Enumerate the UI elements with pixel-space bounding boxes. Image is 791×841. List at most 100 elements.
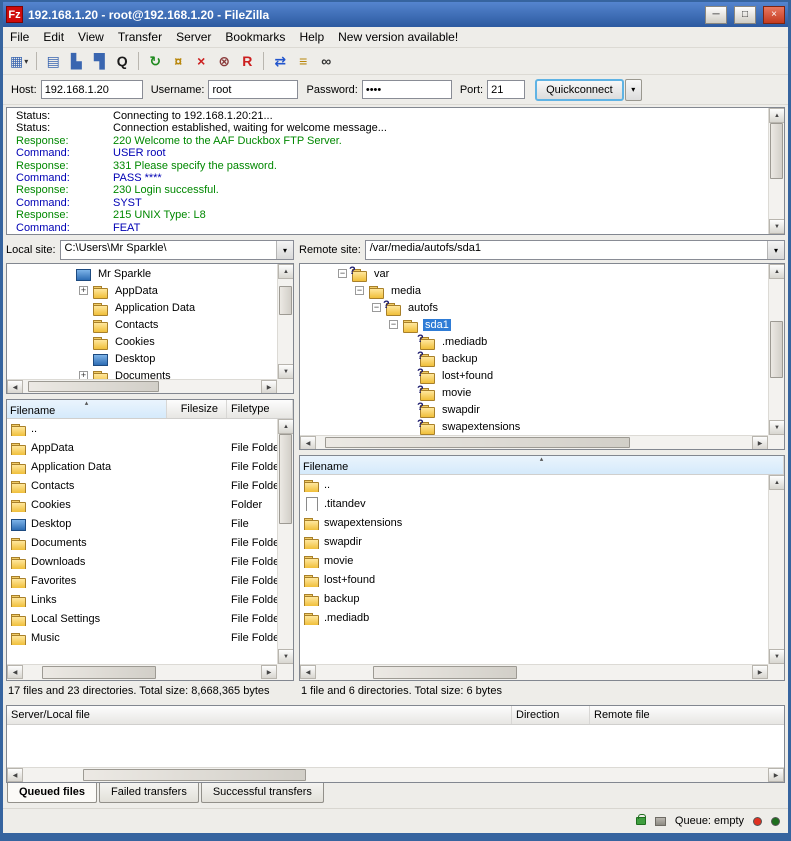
remote-file-row-mediadb[interactable]: .mediadb: [300, 608, 768, 627]
collapse-icon[interactable]: −: [338, 269, 347, 278]
scrollbar-thumb[interactable]: [770, 321, 783, 377]
remote-tree-item-autofs[interactable]: −?autofs: [300, 299, 768, 316]
local-file-row-documents[interactable]: DocumentsFile Folder: [7, 533, 277, 552]
collapse-icon[interactable]: −: [372, 303, 381, 312]
local-file-row-downloads[interactable]: DownloadsFile Folder: [7, 552, 277, 571]
remote-site-combo[interactable]: /var/media/autofs/sda1 ▾: [365, 240, 785, 260]
scroll-right-icon[interactable]: ▶: [752, 436, 768, 450]
remote-file-row-swapextensions[interactable]: swapextensions: [300, 513, 768, 532]
collapse-icon[interactable]: −: [355, 286, 364, 295]
scrollbar-track[interactable]: [23, 665, 261, 680]
toggle-remote-tree-icon[interactable]: ▜: [88, 50, 110, 72]
remote-tree-item-lost-found[interactable]: ?lost+found: [300, 367, 768, 384]
menu-item-help[interactable]: Help: [292, 28, 331, 46]
quickconnect-button[interactable]: Quickconnect: [535, 79, 624, 101]
menu-item-transfer[interactable]: Transfer: [111, 28, 169, 46]
menu-item-new-version-available[interactable]: New version available!: [331, 28, 465, 46]
scrollbar-thumb[interactable]: [28, 381, 159, 392]
toggle-local-tree-icon[interactable]: ▙: [65, 50, 87, 72]
cancel-icon[interactable]: ×: [190, 50, 212, 72]
vertical-scrollbar[interactable]: ▲▼: [768, 475, 784, 664]
toggle-queue-icon[interactable]: Q: [111, 50, 133, 72]
refresh-icon[interactable]: ↻: [144, 50, 166, 72]
directory-comparison-icon[interactable]: ⇄: [269, 50, 291, 72]
scrollbar-track[interactable]: [316, 436, 752, 449]
local-site-dropdown-icon[interactable]: ▾: [276, 241, 293, 259]
port-input[interactable]: [487, 80, 525, 99]
scroll-down-icon[interactable]: ▼: [769, 420, 785, 435]
scrollbar-thumb[interactable]: [325, 437, 630, 448]
local-file-row-appdata[interactable]: AppDataFile Folder: [7, 438, 277, 457]
remote-tree-item-media[interactable]: −media: [300, 282, 768, 299]
scroll-up-icon[interactable]: ▲: [769, 264, 785, 279]
scroll-right-icon[interactable]: ▶: [752, 665, 768, 679]
scrollbar-track[interactable]: [769, 279, 784, 420]
local-file-row-contacts[interactable]: ContactsFile Folder: [7, 476, 277, 495]
scrollbar-track[interactable]: [316, 665, 752, 680]
horizontal-scrollbar[interactable]: ◀▶: [7, 664, 277, 680]
remote-tree-item-backup[interactable]: ?backup: [300, 350, 768, 367]
scroll-left-icon[interactable]: ◀: [300, 665, 316, 679]
collapse-icon[interactable]: −: [389, 320, 398, 329]
maximize-button[interactable]: □: [734, 6, 756, 24]
scrollbar-thumb[interactable]: [373, 666, 517, 679]
scrollbar-thumb[interactable]: [279, 434, 292, 524]
local-file-row-favorites[interactable]: FavoritesFile Folder: [7, 571, 277, 590]
column-header-filename[interactable]: Filename▴: [300, 456, 784, 474]
remote-tree-item-movie[interactable]: ?movie: [300, 384, 768, 401]
scroll-left-icon[interactable]: ◀: [7, 768, 23, 782]
scroll-up-icon[interactable]: ▲: [278, 264, 294, 279]
local-tree-item-desktop[interactable]: Desktop: [7, 350, 277, 367]
menu-item-edit[interactable]: Edit: [36, 28, 71, 46]
remote-tree-item-var[interactable]: −?var: [300, 265, 768, 282]
local-tree-item-cookies[interactable]: Cookies: [7, 333, 277, 350]
find-files-icon[interactable]: ∞: [315, 50, 337, 72]
local-file-row-links[interactable]: LinksFile Folder: [7, 590, 277, 609]
remote-file-row-backup[interactable]: backup: [300, 589, 768, 608]
expand-icon[interactable]: +: [79, 286, 88, 295]
scroll-down-icon[interactable]: ▼: [278, 364, 294, 379]
tab-failed-transfers[interactable]: Failed transfers: [99, 783, 199, 803]
column-header-filesize[interactable]: Filesize: [167, 400, 227, 418]
scroll-left-icon[interactable]: ◀: [300, 436, 316, 450]
scroll-down-icon[interactable]: ▼: [769, 219, 785, 234]
host-input[interactable]: [41, 80, 143, 99]
local-file-row-desktop[interactable]: DesktopFile: [7, 514, 277, 533]
vertical-scrollbar[interactable]: ▲▼: [277, 419, 293, 664]
close-button[interactable]: ×: [763, 6, 785, 24]
disconnect-icon[interactable]: ⊗: [213, 50, 235, 72]
scrollbar-track[interactable]: [23, 380, 261, 393]
local-file-row-music[interactable]: MusicFile Folder: [7, 628, 277, 647]
local-tree-item-appdata[interactable]: +AppData: [7, 282, 277, 299]
scroll-right-icon[interactable]: ▶: [261, 380, 277, 394]
scroll-down-icon[interactable]: ▼: [278, 649, 294, 664]
title-bar[interactable]: Fz 192.168.1.20 - root@192.168.1.20 - Fi…: [3, 2, 788, 27]
synchronized-browsing-icon[interactable]: ≡: [292, 50, 314, 72]
scroll-up-icon[interactable]: ▲: [278, 419, 294, 434]
scroll-right-icon[interactable]: ▶: [261, 665, 277, 679]
password-input[interactable]: [362, 80, 452, 99]
scrollbar-thumb[interactable]: [279, 286, 292, 315]
expand-icon[interactable]: +: [79, 371, 88, 379]
remote-file-row-movie[interactable]: movie: [300, 551, 768, 570]
scrollbar-thumb[interactable]: [83, 769, 307, 781]
quickconnect-dropdown-button[interactable]: ▾: [625, 79, 642, 101]
reconnect-icon[interactable]: R: [236, 50, 258, 72]
vertical-scrollbar[interactable]: ▲▼: [768, 264, 784, 435]
remote-tree-item-swapdir[interactable]: ?swapdir: [300, 401, 768, 418]
local-tree-item-application-data[interactable]: Application Data: [7, 299, 277, 316]
remote-tree-item-sda1[interactable]: −sda1: [300, 316, 768, 333]
remote-file-row-lost-found[interactable]: lost+found: [300, 570, 768, 589]
local-file-row-application-data[interactable]: Application DataFile Folder: [7, 457, 277, 476]
local-file-row-item[interactable]: ..: [7, 419, 277, 438]
vertical-scrollbar[interactable]: ▲▼: [768, 108, 784, 234]
site-manager-icon[interactable]: ▦▾: [7, 50, 31, 72]
remote-file-row-item[interactable]: ..: [300, 475, 768, 494]
local-site-combo[interactable]: C:\Users\Mr Sparkle\ ▾: [60, 240, 294, 260]
scrollbar-track[interactable]: [769, 490, 784, 649]
local-tree-item-documents[interactable]: +Documents: [7, 367, 277, 379]
horizontal-scrollbar[interactable]: ◀▶: [300, 435, 768, 449]
local-file-row-local-settings[interactable]: Local SettingsFile Folder: [7, 609, 277, 628]
scrollbar-track[interactable]: [278, 434, 293, 649]
scrollbar-track[interactable]: [769, 123, 784, 219]
